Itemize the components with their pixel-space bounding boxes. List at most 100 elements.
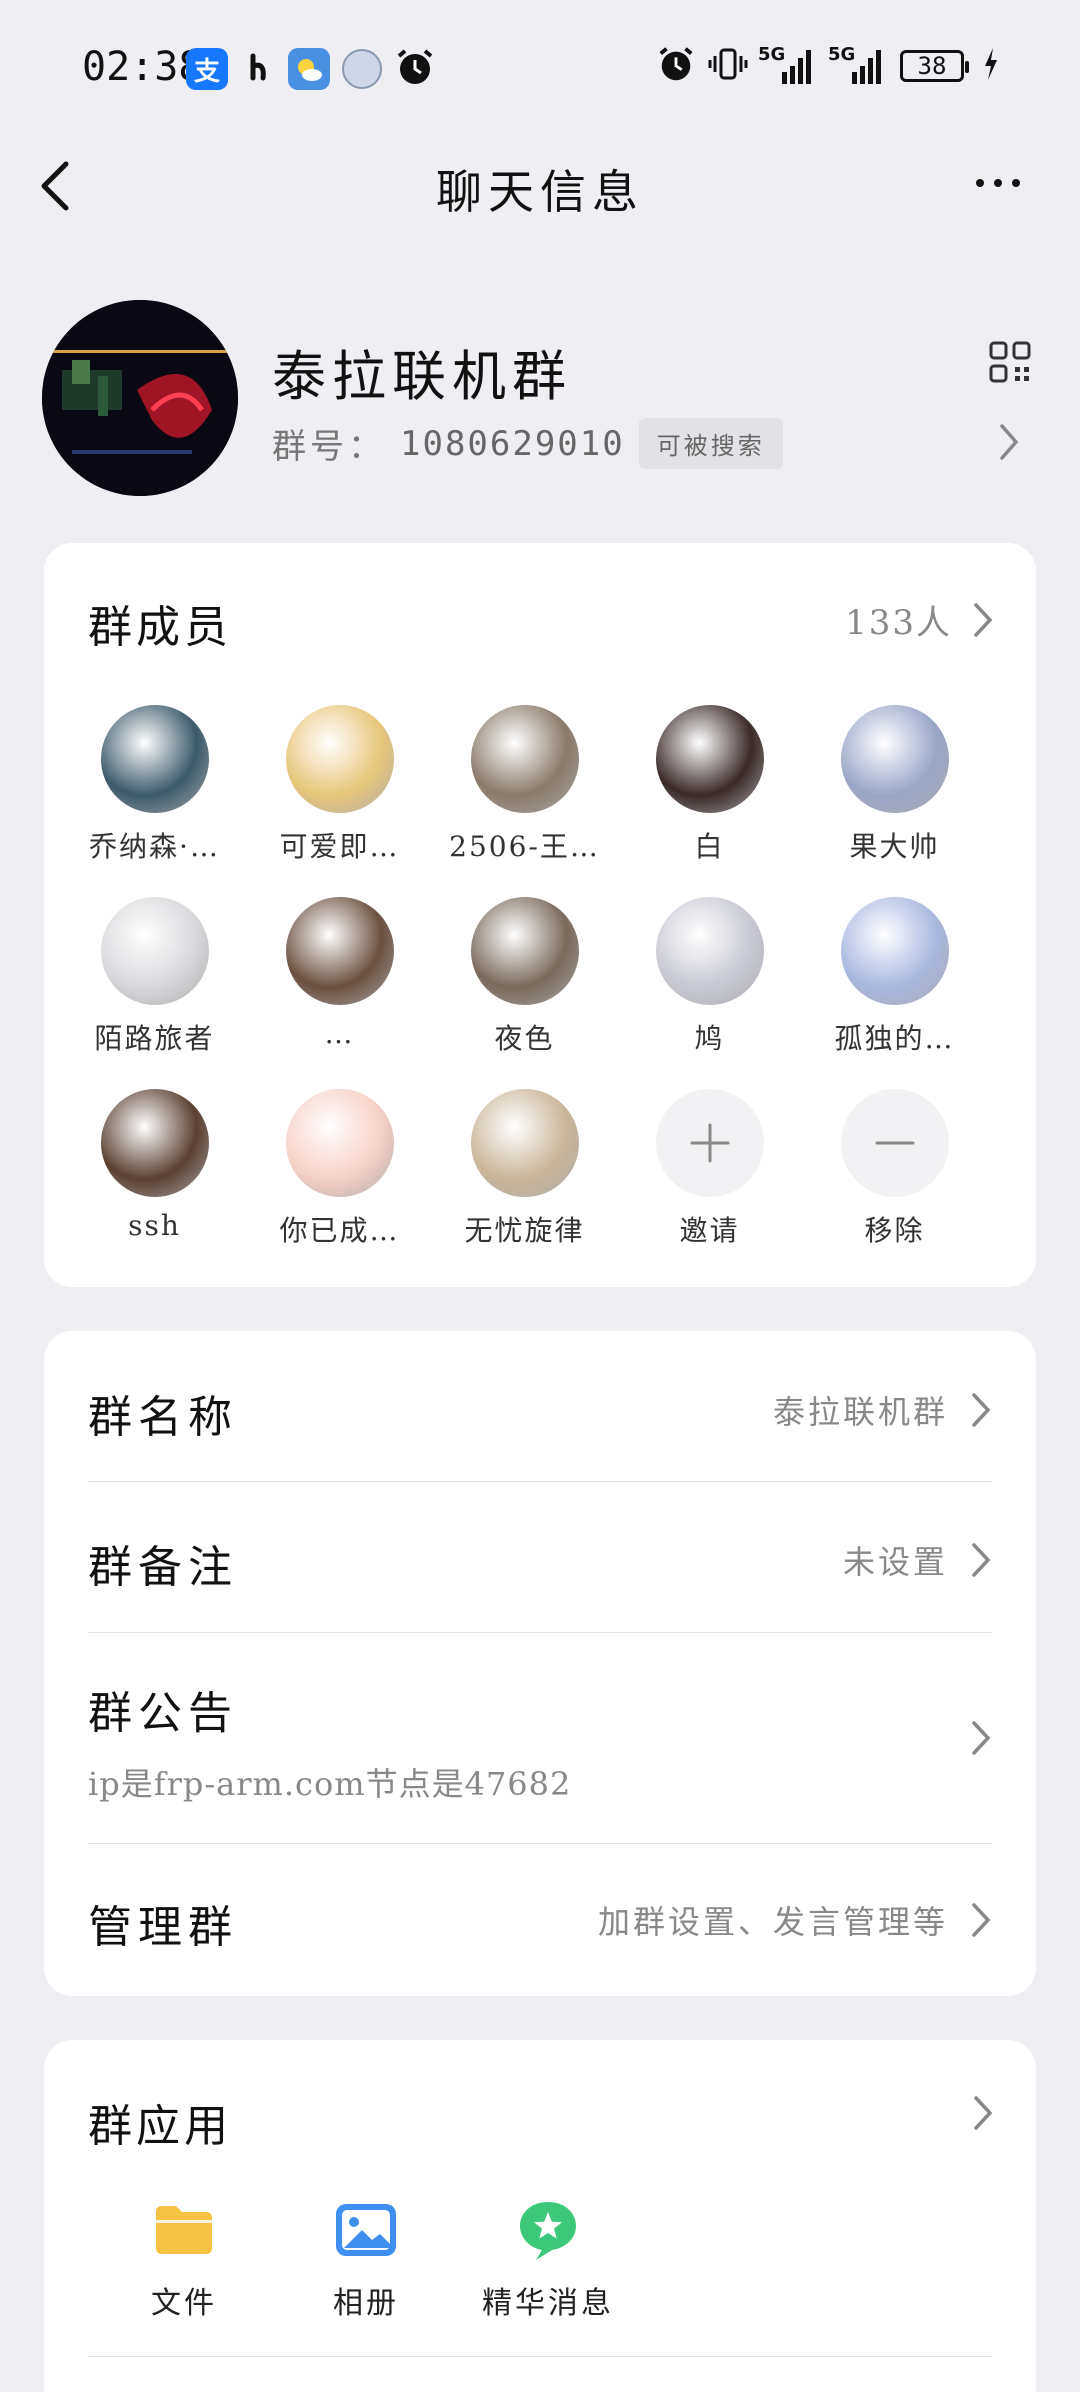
page-title: 聊天信息 (436, 165, 644, 219)
member-item[interactable]: 夜色 (432, 897, 617, 1089)
minus-icon (840, 1089, 949, 1197)
member-name: 可爱即… (279, 830, 400, 863)
avatar (470, 705, 579, 813)
member-item[interactable]: … (247, 897, 432, 1089)
album-icon (336, 2204, 396, 2256)
avatar (100, 1089, 209, 1197)
avatar (100, 897, 209, 1005)
member-name: ssh (128, 1209, 181, 1242)
avatar (285, 897, 394, 1005)
group-remark-row[interactable]: 群备注 未设置 (88, 1531, 992, 1593)
manage-group-hint: 加群设置、发言管理等 (597, 1903, 948, 1941)
folder-icon (156, 2206, 212, 2254)
group-remark-value: 未设置 (842, 1543, 948, 1581)
app-album[interactable]: 相册 (286, 2198, 446, 2322)
chevron-right-icon (996, 422, 1022, 462)
member-item[interactable]: 陌路旅者 (62, 897, 247, 1089)
chevron-right-icon (972, 1721, 991, 1755)
member-item[interactable]: 白 (617, 705, 802, 897)
avatar (840, 897, 949, 1005)
member-item[interactable]: 乔纳森·… (62, 705, 247, 897)
searchable-badge: 可被搜索 (638, 418, 783, 469)
avatar (285, 1089, 394, 1197)
member-name: 无忧旋律 (464, 1214, 585, 1247)
remove-member-button[interactable]: 移除 (802, 1089, 987, 1281)
members-grid: 乔纳森·… 可爱即… 2506-王… 白 果大帅陌路旅者 … 夜色 鸠 孤独的… ssh 你已成… 无… (62, 705, 1022, 1281)
alipay-icon: 支 (186, 48, 228, 90)
member-action-label: 移除 (864, 1214, 925, 1247)
group-id-value: 1080629010 (400, 423, 625, 464)
group-avatar[interactable] (42, 300, 238, 496)
chevron-right-icon (972, 1543, 991, 1577)
avatar (100, 705, 209, 813)
member-name: 夜色 (494, 1022, 555, 1055)
member-item[interactable]: 无忧旋律 (432, 1089, 617, 1281)
group-notice-text: ip是frp-arm.com节点是47682 (88, 1765, 572, 1803)
member-name: 乔纳森·… (89, 830, 220, 863)
divider (88, 1632, 992, 1633)
members-card: 群成员 133人 乔纳森·… 可爱即… 2506-王… 白 果大帅 陌路旅者 … 夜色 鸠 孤独的… (44, 543, 1036, 1287)
group-id-row: 群号： 1080629010 可被搜索 (272, 418, 783, 469)
essence-icon (520, 2202, 576, 2260)
status-bar: 02:38 支 5G 5G 38 (0, 0, 1080, 135)
member-name: 你已成… (279, 1214, 400, 1247)
member-item[interactable]: 2506-王… (432, 705, 617, 897)
group-name-row[interactable]: 群名称 泰拉联机群 (88, 1381, 992, 1443)
app-essence[interactable]: 精华消息 (468, 2198, 628, 2322)
members-count: 133人 (845, 603, 952, 643)
qr-code-icon[interactable] (988, 340, 1032, 384)
avatar (840, 705, 949, 813)
signal-icon: 5G (758, 44, 818, 84)
group-apps-card: 群应用 文件 相册 精华消息 (44, 2040, 1036, 2392)
status-system-icons: 5G 5G 38 (656, 44, 1000, 88)
members-count-link[interactable]: 133人 (845, 595, 994, 644)
nav-bar: 聊天信息 (0, 140, 1080, 230)
member-item[interactable]: ssh (62, 1089, 247, 1281)
battery-icon: 38 (900, 50, 969, 82)
member-item[interactable]: 可爱即… (247, 705, 432, 897)
member-name: 孤独的… (834, 1022, 955, 1055)
manage-group-row[interactable]: 管理群 加群设置、发言管理等 (88, 1891, 992, 1953)
chat-info-page: 02:38 支 5G 5G 38 聊天信息 泰拉联机群 群号： 10806290… (0, 0, 1080, 2392)
app-files[interactable]: 文件 (104, 2198, 264, 2322)
avatar (655, 897, 764, 1005)
group-name-label: 群名称 (88, 1392, 238, 1443)
divider (88, 1843, 992, 1844)
member-name: 白 (694, 830, 725, 863)
group-name-value: 泰拉联机群 (772, 1393, 948, 1431)
signal-icon: 5G (828, 44, 888, 84)
divider (88, 1481, 992, 1482)
avatar (470, 897, 579, 1005)
alarm-icon (394, 46, 436, 92)
group-apps-more[interactable] (972, 2094, 994, 2136)
member-name: 陌路旅者 (94, 1022, 215, 1055)
member-item[interactable]: 鸠 (617, 897, 802, 1089)
group-id-label: 群号： (272, 427, 386, 467)
manage-group-label: 管理群 (88, 1902, 238, 1953)
avatar (655, 705, 764, 813)
member-name: … (324, 1017, 355, 1050)
chevron-right-icon (974, 2096, 993, 2130)
member-action-label: 邀请 (679, 1214, 740, 1247)
group-apps-title: 群应用 (88, 2101, 232, 2152)
group-notice-label: 群公告 (88, 1688, 238, 1739)
avatar (285, 705, 394, 813)
group-name: 泰拉联机群 (272, 345, 572, 408)
chevron-right-icon (972, 1903, 991, 1937)
weather-icon (288, 48, 330, 90)
app-label: 相册 (333, 2286, 399, 2321)
chevron-right-icon (974, 602, 993, 637)
member-item[interactable]: 孤独的… (802, 897, 987, 1089)
avatar (470, 1089, 579, 1197)
invite-member-button[interactable]: 邀请 (617, 1089, 802, 1281)
member-item[interactable]: 你已成… (247, 1089, 432, 1281)
alarm-icon (656, 44, 696, 88)
app-label: 文件 (151, 2286, 217, 2321)
qq-music-icon (240, 48, 276, 90)
avatar-app-icon (342, 49, 382, 89)
chevron-right-icon (972, 1393, 991, 1427)
group-profile-header[interactable]: 泰拉联机群 群号： 1080629010 可被搜索 (0, 292, 1080, 502)
more-button[interactable] (968, 158, 1028, 208)
member-item[interactable]: 果大帅 (802, 705, 987, 897)
group-notice-row[interactable]: 群公告 ip是frp-arm.com节点是47682 (88, 1677, 992, 1803)
